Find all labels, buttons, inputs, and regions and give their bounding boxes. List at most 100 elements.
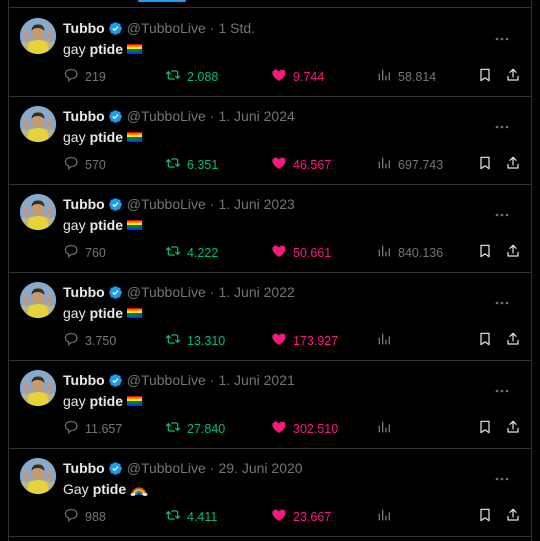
reply-icon <box>63 419 85 438</box>
share-icon[interactable] <box>505 331 521 347</box>
verified-badge-icon <box>108 109 122 123</box>
share-icon[interactable] <box>505 155 521 171</box>
like-icon <box>271 155 293 174</box>
bookmark-icon[interactable] <box>477 67 493 83</box>
like-button[interactable]: 23.667 <box>271 507 331 526</box>
more-icon[interactable] <box>495 460 521 481</box>
more-icon[interactable] <box>495 284 521 305</box>
views-button[interactable]: 840.136 <box>376 243 443 262</box>
tweet-text-bold: ptide <box>92 481 127 497</box>
views-icon <box>376 507 398 526</box>
like-button[interactable]: 9.744 <box>271 67 324 86</box>
timestamp[interactable]: 29. Juni 2020 <box>218 460 302 476</box>
reply-icon <box>63 243 85 262</box>
author-handle[interactable]: @TubboLive <box>127 460 206 476</box>
bookmark-icon[interactable] <box>477 155 493 171</box>
reply-button[interactable]: 570 <box>63 155 106 174</box>
reply-button[interactable]: 988 <box>63 507 106 526</box>
tweet-header: Tubbo @TubboLive · 1. Juni 2021 <box>63 371 491 389</box>
tweet[interactable]: Tubbo @TubboLive · 1. Juni 2021 gay ptide 11.6… <box>9 360 531 449</box>
views-button[interactable] <box>376 419 398 438</box>
timestamp[interactable]: 1. Juni 2023 <box>218 196 294 212</box>
retweet-icon <box>165 419 187 438</box>
retweet-button[interactable]: 27.840 <box>165 419 225 438</box>
retweet-button[interactable]: 4.411 <box>165 507 217 526</box>
retweet-icon <box>165 155 187 174</box>
tweet[interactable]: Tubbo @TubboLive · 1 Std. gay ptide 219 2.088 9.… <box>9 8 531 97</box>
author-handle[interactable]: @TubboLive <box>127 20 206 36</box>
bookmark-icon[interactable] <box>477 243 493 259</box>
author-handle[interactable]: @TubboLive <box>127 108 206 124</box>
tweet-header: Tubbo @TubboLive · 29. Juni 2020 <box>63 459 491 477</box>
tweet[interactable]: Tubbo @TubboLive · 29. Juni 2020 Gay ptide 988… <box>9 448 531 537</box>
more-icon[interactable] <box>495 372 521 393</box>
retweet-count: 4.222 <box>187 245 219 260</box>
views-icon <box>376 331 398 350</box>
tweet-text: Gay ptide <box>63 481 148 497</box>
like-button[interactable]: 173.927 <box>271 331 338 350</box>
like-button[interactable]: 46.567 <box>271 155 331 174</box>
author-handle[interactable]: @TubboLive <box>127 196 206 212</box>
share-icon[interactable] <box>505 67 521 83</box>
author-name[interactable]: Tubbo <box>63 372 105 388</box>
views-icon <box>376 155 398 174</box>
retweet-button[interactable]: 6.351 <box>165 155 218 174</box>
bookmark-icon[interactable] <box>477 507 493 523</box>
views-button[interactable]: 58.814 <box>376 67 436 86</box>
tweet[interactable]: Tubbo @TubboLive · 1. Juni 2024 gay ptide 570 6… <box>9 96 531 185</box>
timestamp[interactable]: 1. Juni 2021 <box>218 372 294 388</box>
tweet-text: gay ptide <box>63 217 143 233</box>
author-handle[interactable]: @TubboLive <box>127 284 206 300</box>
views-icon <box>376 243 398 262</box>
tweet-text-word: gay <box>63 305 86 321</box>
views-button[interactable] <box>376 507 398 526</box>
avatar[interactable] <box>20 282 56 318</box>
reply-button[interactable]: 11.657 <box>63 419 122 438</box>
verified-badge-icon <box>108 373 122 387</box>
like-button[interactable]: 50.661 <box>271 243 331 262</box>
tweet-text-bold: ptide <box>89 41 124 57</box>
reply-button[interactable]: 760 <box>63 243 106 262</box>
avatar[interactable] <box>20 106 56 142</box>
more-icon[interactable] <box>495 196 521 217</box>
reply-count: 219 <box>85 69 106 84</box>
views-button[interactable]: 697.743 <box>376 155 443 174</box>
author-name[interactable]: Tubbo <box>63 460 105 476</box>
avatar[interactable] <box>20 194 56 230</box>
reply-button[interactable]: 3.750 <box>63 331 116 350</box>
author-name[interactable]: Tubbo <box>63 196 105 212</box>
tweet-text: gay ptide <box>63 129 143 145</box>
share-icon[interactable] <box>505 507 521 523</box>
retweet-button[interactable]: 2.088 <box>165 67 218 86</box>
author-name[interactable]: Tubbo <box>63 284 105 300</box>
retweet-icon <box>165 243 187 262</box>
views-button[interactable] <box>376 331 398 350</box>
timestamp[interactable]: 1. Juni 2024 <box>218 108 294 124</box>
tweet-actions: 3.750 13.310 173.927 <box>63 331 521 350</box>
avatar[interactable] <box>20 18 56 54</box>
author-handle[interactable]: @TubboLive <box>127 372 206 388</box>
more-icon[interactable] <box>495 20 521 41</box>
reply-icon <box>63 331 85 350</box>
avatar[interactable] <box>20 458 56 494</box>
tweet[interactable]: Tubbo @TubboLive · 1. Juni 2022 gay ptide 3.75… <box>9 272 531 361</box>
timestamp[interactable]: 1. Juni 2022 <box>218 284 294 300</box>
retweet-count: 2.088 <box>187 69 219 84</box>
share-icon[interactable] <box>505 419 521 435</box>
more-icon[interactable] <box>495 108 521 129</box>
share-icon[interactable] <box>505 243 521 259</box>
author-name[interactable]: Tubbo <box>63 108 105 124</box>
reply-button[interactable]: 219 <box>63 67 106 86</box>
timestamp[interactable]: 1 Std. <box>218 20 255 36</box>
tweet[interactable]: Tubbo @TubboLive · 1. Juni 2023 gay ptide 760 4… <box>9 184 531 273</box>
tweet-text: gay ptide <box>63 41 143 57</box>
reply-count: 988 <box>85 509 106 524</box>
author-name[interactable]: Tubbo <box>63 20 105 36</box>
retweet-button[interactable]: 13.310 <box>165 331 225 350</box>
bookmark-icon[interactable] <box>477 419 493 435</box>
bookmark-icon[interactable] <box>477 331 493 347</box>
avatar[interactable] <box>20 370 56 406</box>
retweet-button[interactable]: 4.222 <box>165 243 218 262</box>
tweet-text-bold: ptide <box>89 129 124 145</box>
like-button[interactable]: 302.510 <box>271 419 338 438</box>
